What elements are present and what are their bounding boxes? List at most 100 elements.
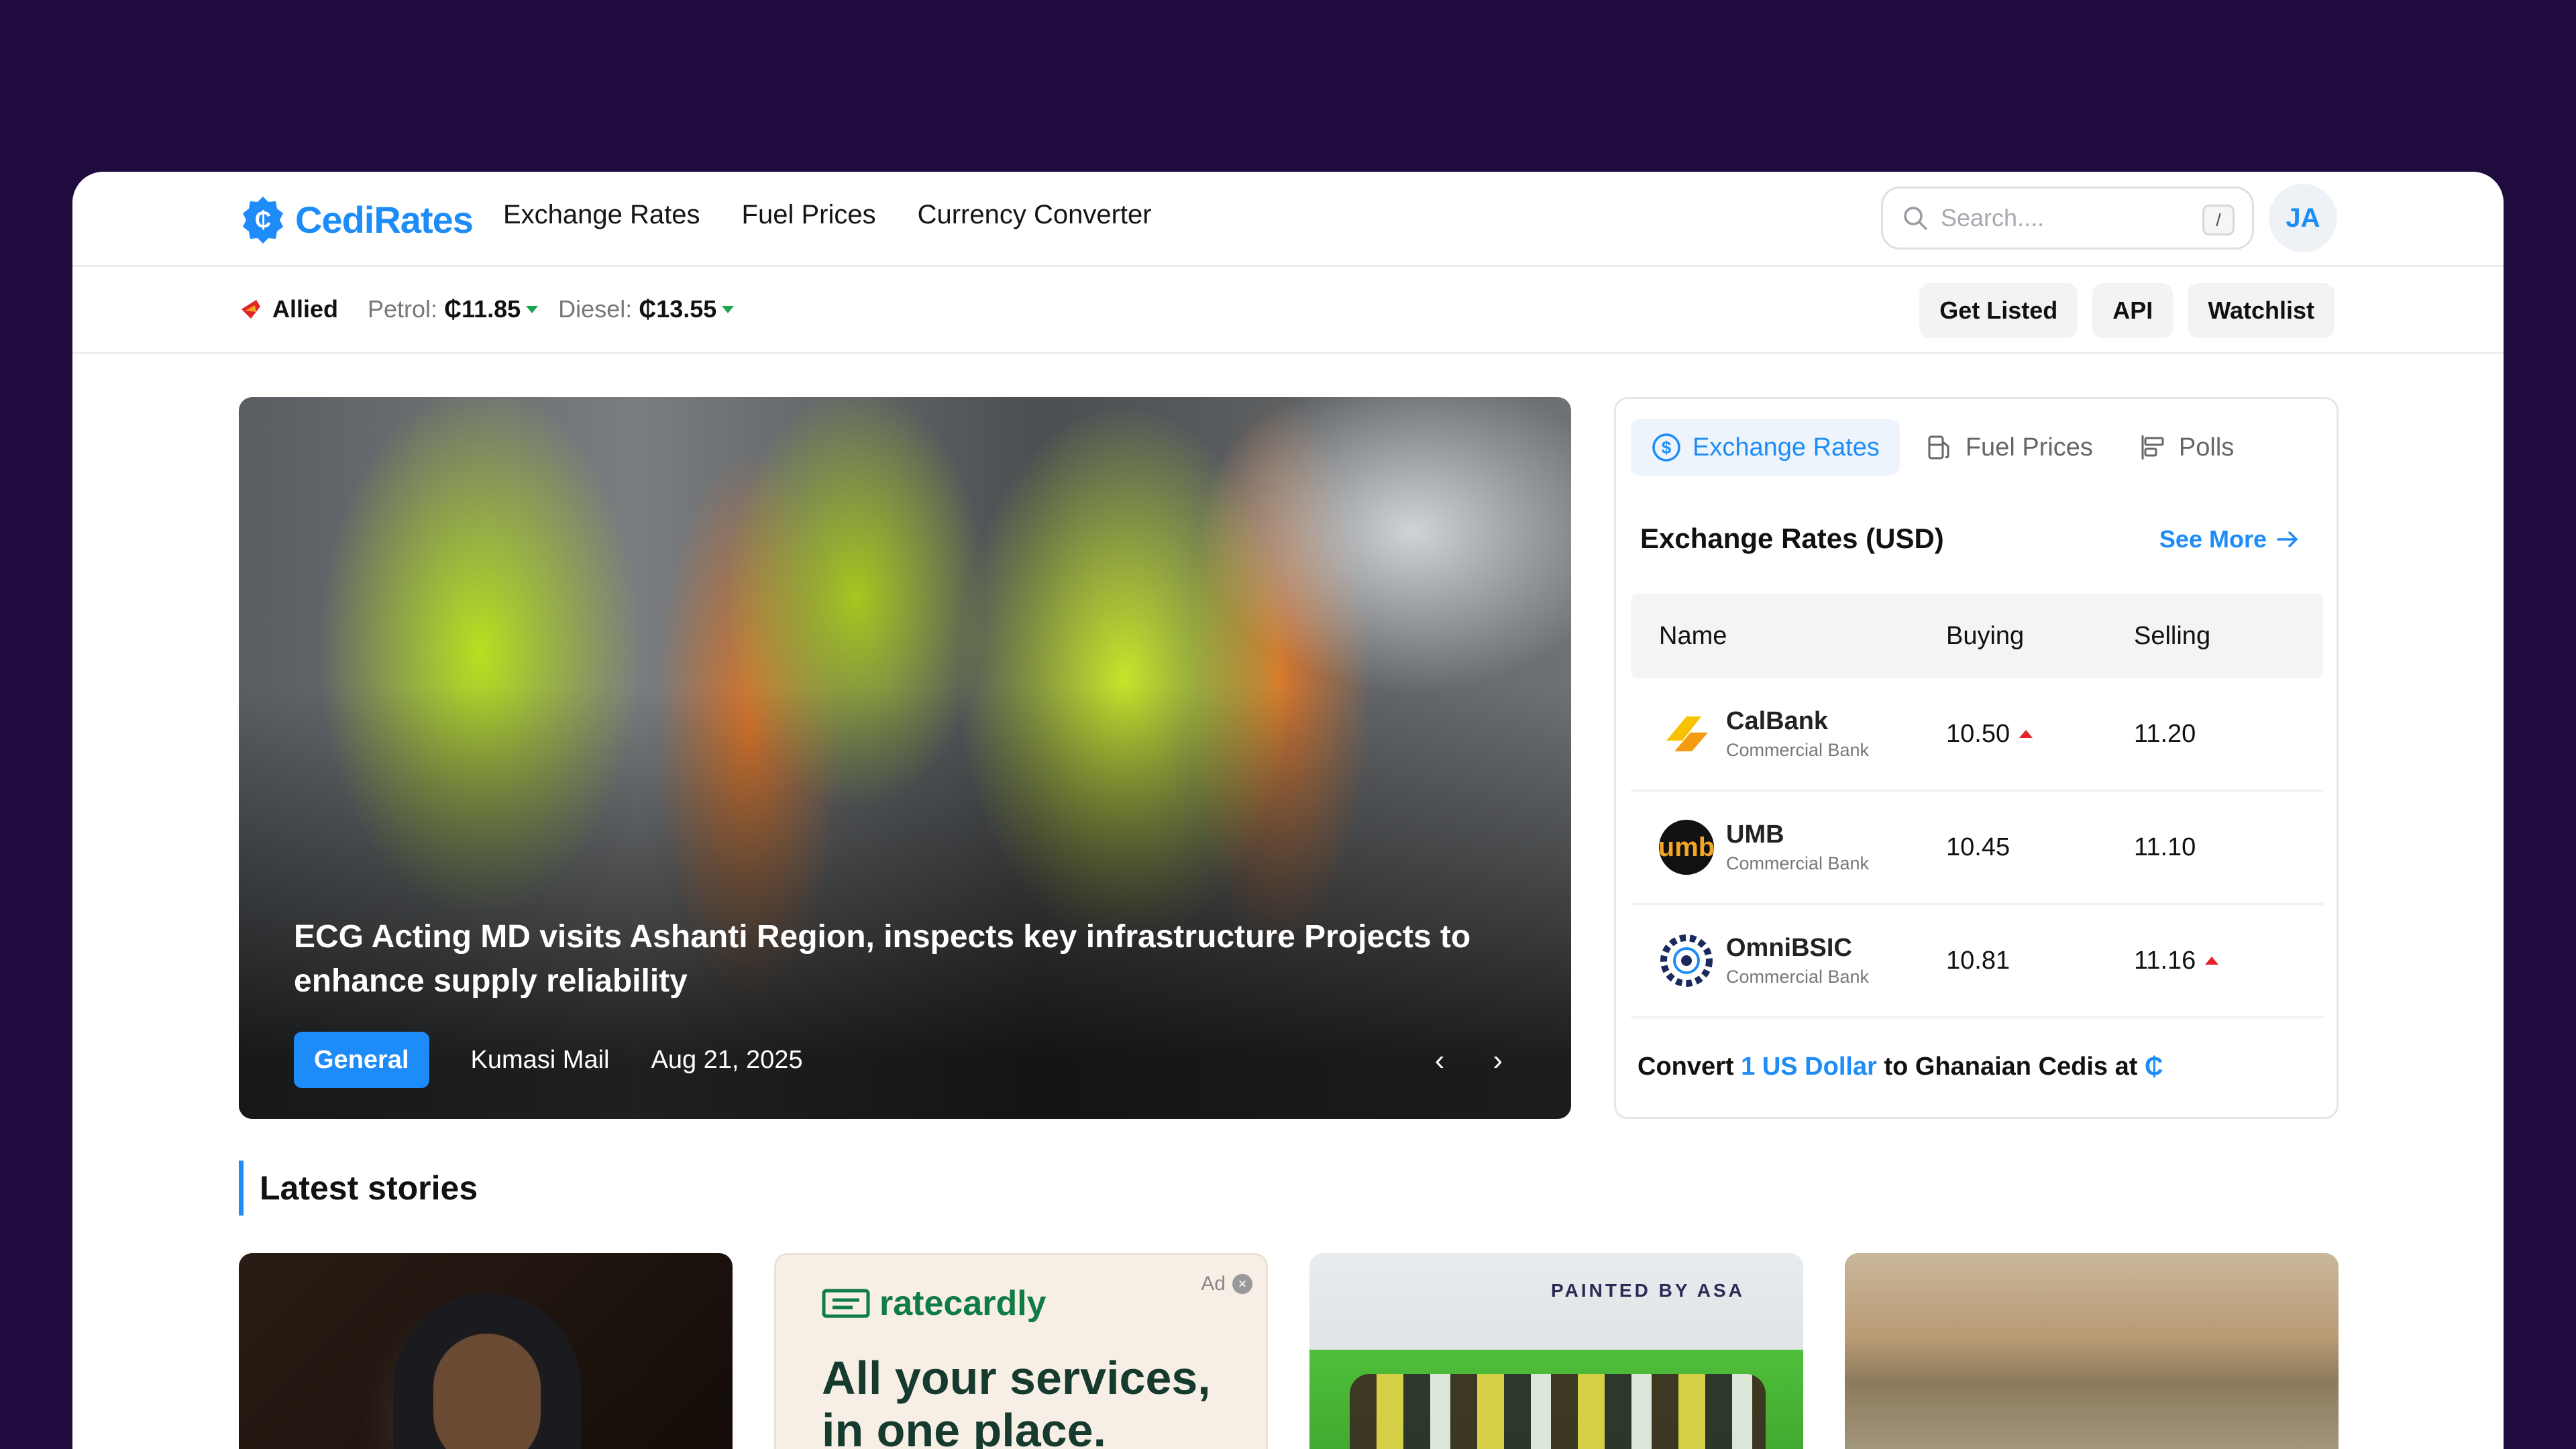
tab-exchange-rates[interactable]: $ Exchange Rates	[1631, 419, 1900, 476]
panel-tabs: $ Exchange Rates Fuel Prices Polls	[1631, 419, 2254, 476]
selling-value: 11.10	[2134, 833, 2196, 861]
browser-page: ₵ CediRates Exchange Rates Fuel Prices C…	[72, 172, 2504, 1449]
story-card[interactable]	[1845, 1253, 2339, 1449]
ad-card[interactable]: Ad × ratecardly All your services, in on…	[774, 1253, 1268, 1449]
buying-cell: 10.50	[1946, 720, 2134, 749]
ticker-brand: Allied	[272, 295, 339, 323]
tab-polls[interactable]: Polls	[2118, 419, 2254, 476]
see-more-link[interactable]: See More	[2159, 525, 2299, 553]
diesel-value: ₵13.55	[639, 295, 717, 323]
carousel-controls: ‹ ›	[1435, 1044, 1503, 1077]
story-image-sign: PAINTED BY ASA	[1551, 1280, 1745, 1301]
selling-cell: 11.16	[2134, 947, 2322, 975]
nav-currency-converter[interactable]: Currency Converter	[918, 200, 1152, 230]
arrow-right-icon	[2277, 531, 2298, 547]
fuel-pump-icon	[1928, 435, 1949, 460]
buying-value: 10.81	[1946, 946, 2010, 975]
svg-text:₵: ₵	[255, 207, 272, 233]
chevron-left-icon[interactable]: ‹	[1435, 1044, 1445, 1077]
top-header: ₵ CediRates Exchange Rates Fuel Prices C…	[72, 172, 2504, 267]
story-image-face	[433, 1334, 541, 1449]
ad-logo: ratecardly	[822, 1283, 1046, 1324]
diesel-down-icon	[722, 305, 735, 313]
latest-stories-heading: Latest stories	[239, 1161, 478, 1216]
api-button[interactable]: API	[2092, 283, 2174, 338]
ad-brand: ratecardly	[879, 1284, 1046, 1323]
table-row[interactable]: CalBank Commercial Bank 10.50 11.20	[1631, 678, 2323, 792]
buying-cell: 10.45	[1946, 833, 2134, 862]
close-ad-icon[interactable]: ×	[1232, 1274, 1252, 1294]
table-row[interactable]: OmniBSIC Commercial Bank 10.81 11.16	[1631, 905, 2323, 1018]
convert-symbol: ₵	[2144, 1053, 2163, 1081]
hero-carousel[interactable]: ECG Acting MD visits Ashanti Region, ins…	[239, 397, 1571, 1119]
svg-text:$: $	[1662, 437, 1672, 458]
selling-value: 11.20	[2134, 719, 2196, 748]
story-card[interactable]	[239, 1253, 733, 1449]
column-name[interactable]: Name	[1631, 622, 1946, 651]
convert-line: Convert 1 US Dollar to Ghanaian Cedis at…	[1638, 1053, 2163, 1081]
sub-actions: Get Listed API Watchlist	[1919, 283, 2334, 338]
tab-fuel-prices[interactable]: Fuel Prices	[1905, 419, 2113, 476]
get-listed-button[interactable]: Get Listed	[1919, 283, 2078, 338]
user-avatar[interactable]: JA	[2269, 184, 2337, 252]
hero-meta: General Kumasi Mail Aug 21, 2025	[294, 1032, 803, 1088]
omnibsic-logo-icon	[1659, 933, 1714, 988]
rates-table: Name Buying Selling CalBank Commercial B…	[1631, 594, 2323, 1018]
bank-name: CalBank	[1726, 707, 1829, 735]
main-nav: Exchange Rates Fuel Prices Currency Conv…	[503, 200, 1152, 230]
petrol-down-icon	[526, 305, 539, 313]
umb-logo-icon: umb	[1658, 820, 1715, 875]
petrol-value: ₵11.85	[444, 295, 521, 323]
see-more-label: See More	[2159, 525, 2267, 553]
bank-name: OmniBSIC	[1726, 934, 1852, 962]
price-ticker-bar: Allied Petrol: ₵11.85 Diesel: ₵13.55 Get…	[72, 267, 2504, 354]
ad-badge: Ad ×	[1201, 1273, 1252, 1295]
logo-text: CediRates	[295, 198, 474, 241]
table-row[interactable]: umb UMB Commercial Bank 10.45 11.10	[1631, 792, 2323, 905]
search-input[interactable]	[1941, 204, 2196, 232]
bank-type: Commercial Bank	[1726, 740, 1870, 760]
cedi-logo-icon: ₵	[243, 197, 283, 244]
column-buying[interactable]: Buying	[1946, 622, 2134, 651]
hero-date: Aug 21, 2025	[651, 1045, 803, 1074]
ad-copy-line-2: in one place.	[822, 1404, 1106, 1449]
polls-icon	[2141, 435, 2164, 460]
calbank-logo-icon	[1659, 706, 1714, 761]
nav-fuel-prices[interactable]: Fuel Prices	[742, 200, 876, 230]
chevron-right-icon[interactable]: ›	[1493, 1044, 1503, 1077]
diesel-label: Diesel:	[558, 295, 633, 323]
story-card[interactable]: PAINTED BY ASA	[1309, 1253, 1803, 1449]
search-icon	[1904, 207, 1927, 230]
nav-exchange-rates[interactable]: Exchange Rates	[503, 200, 700, 230]
ratecardly-logo-icon	[822, 1289, 870, 1318]
bank-cell: umb UMB Commercial Bank	[1631, 820, 1946, 875]
tab-label: Exchange Rates	[1693, 433, 1880, 462]
ad-copy: All your services, in one place.	[822, 1352, 1211, 1449]
allied-logo-icon	[241, 300, 260, 319]
bank-type: Commercial Bank	[1726, 967, 1870, 987]
tab-label: Polls	[2178, 433, 2235, 462]
selling-cell: 11.10	[2134, 833, 2322, 862]
search-shortcut-key: /	[2202, 205, 2235, 235]
bank-name: UMB	[1726, 820, 1784, 849]
rate-up-icon	[2205, 957, 2219, 965]
buying-cell: 10.81	[1946, 947, 2134, 975]
hero-source: Kumasi Mail	[470, 1045, 610, 1074]
category-tag[interactable]: General	[294, 1032, 429, 1088]
hero-title[interactable]: ECG Acting MD visits Ashanti Region, ins…	[294, 915, 1474, 1004]
rate-up-icon	[2019, 730, 2033, 738]
search-box[interactable]: /	[1881, 186, 2254, 250]
logo[interactable]: ₵ CediRates	[239, 193, 474, 246]
bank-type: Commercial Bank	[1726, 853, 1870, 873]
rates-panel: $ Exchange Rates Fuel Prices Polls Excha…	[1614, 397, 2339, 1119]
watchlist-button[interactable]: Watchlist	[2188, 283, 2334, 338]
petrol-label: Petrol:	[368, 295, 438, 323]
column-selling[interactable]: Selling	[2134, 622, 2322, 651]
convert-amount-link[interactable]: 1 US Dollar	[1741, 1053, 1877, 1081]
selling-cell: 11.20	[2134, 720, 2322, 749]
dollar-circle-icon: $	[1652, 433, 1680, 462]
buying-value: 10.50	[1946, 719, 2010, 748]
ad-copy-line-1: All your services,	[822, 1352, 1211, 1404]
panel-heading: Exchange Rates (USD)	[1640, 523, 1944, 554]
fuel-ticker: Allied Petrol: ₵11.85 Diesel: ₵13.55	[239, 295, 754, 323]
